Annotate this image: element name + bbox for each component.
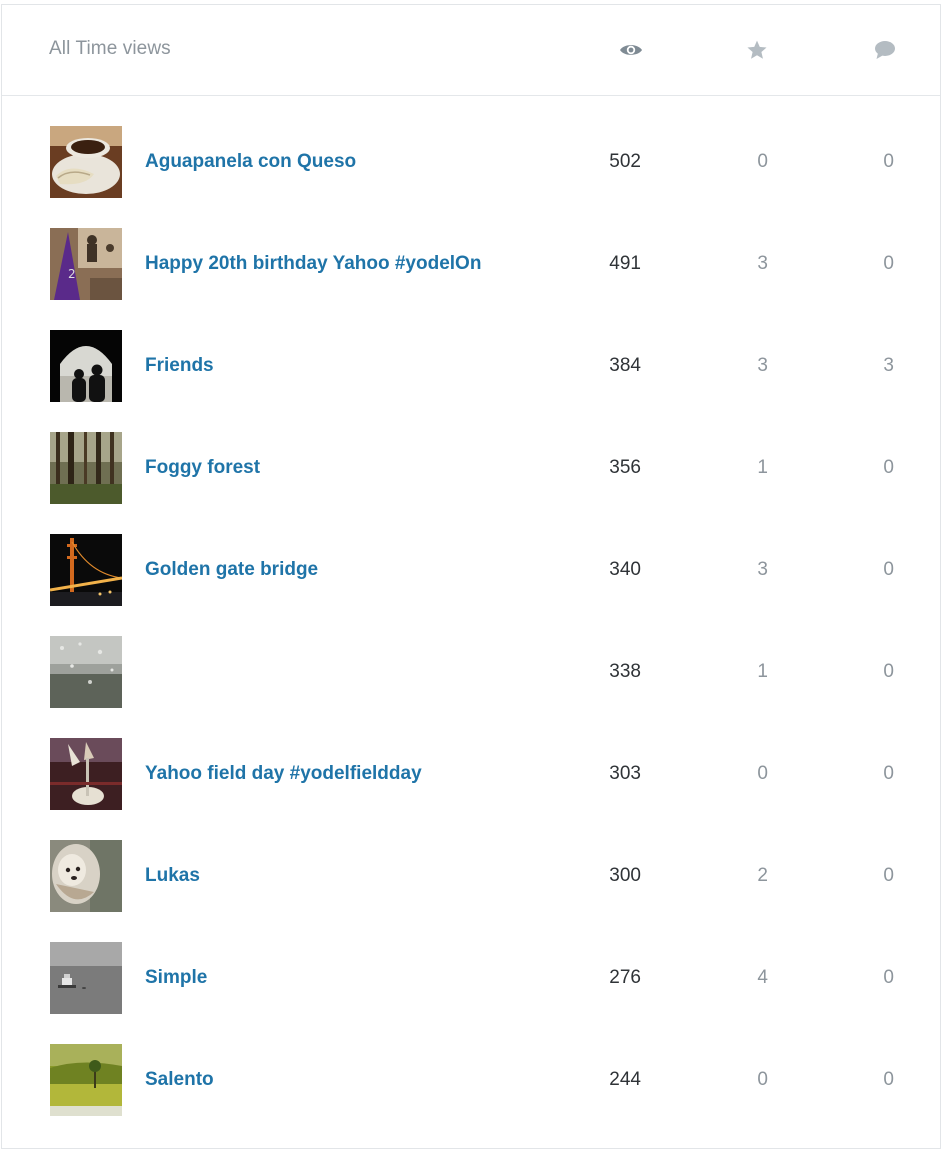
- photo-thumbnail[interactable]: [50, 840, 122, 912]
- photo-thumbnail[interactable]: [50, 942, 122, 1014]
- photo-thumbnail[interactable]: [50, 636, 122, 708]
- photo-title-link[interactable]: Lukas: [145, 864, 200, 888]
- faves-count: 3: [757, 355, 768, 376]
- faves-count: 1: [757, 457, 768, 478]
- views-count: 276: [609, 967, 641, 988]
- photo-thumbnail[interactable]: [50, 534, 122, 606]
- comments-count: 0: [883, 457, 894, 478]
- photo-title-link[interactable]: Aguapanela con Queso: [145, 150, 356, 174]
- comments-count: 0: [883, 151, 894, 172]
- list-item: Foggy forest 356 1 0: [2, 402, 940, 504]
- list-item: Aguapanela con Queso 502 0 0: [2, 96, 940, 198]
- photo-thumbnail[interactable]: [50, 330, 122, 402]
- photo-thumbnail[interactable]: [50, 1044, 122, 1116]
- list-item: Golden gate bridge 340 3 0: [2, 504, 940, 606]
- views-count: 300: [609, 865, 641, 886]
- faves-count: 2: [757, 865, 768, 886]
- views-count: 491: [609, 253, 641, 274]
- list-item: Lukas 300 2 0: [2, 810, 940, 912]
- faves-count: 3: [757, 559, 768, 580]
- comments-count: 0: [883, 865, 894, 886]
- eye-icon: [619, 38, 643, 62]
- faves-count: 3: [757, 253, 768, 274]
- star-icon: [745, 38, 769, 62]
- photo-thumbnail[interactable]: 2: [50, 228, 122, 300]
- faves-count: 0: [757, 1069, 768, 1090]
- faves-count: 0: [757, 763, 768, 784]
- stats-panel: All Time views Aguapanela con Queso 502 …: [1, 4, 941, 1149]
- faves-count: 0: [757, 151, 768, 172]
- list-item: Salento 244 0 0: [2, 1014, 940, 1116]
- svg-text:2: 2: [68, 267, 76, 281]
- photo-title-link[interactable]: Friends: [145, 354, 214, 378]
- photo-title-link[interactable]: Simple: [145, 966, 207, 990]
- views-count: 502: [609, 151, 641, 172]
- comments-count: 0: [883, 763, 894, 784]
- views-count: 338: [609, 661, 641, 682]
- comments-count: 0: [883, 559, 894, 580]
- comments-count: 0: [883, 1069, 894, 1090]
- comments-count: 0: [883, 253, 894, 274]
- list-item: Friends 384 3 3: [2, 300, 940, 402]
- list-item: 2 Happy 20th birthday Yahoo #yodelOn 491…: [2, 198, 940, 300]
- views-count: 244: [609, 1069, 641, 1090]
- photo-title-link[interactable]: Happy 20th birthday Yahoo #yodelOn: [145, 252, 481, 276]
- stats-header: All Time views: [2, 5, 940, 96]
- list-item: 338 1 0: [2, 606, 940, 708]
- photo-thumbnail[interactable]: [50, 432, 122, 504]
- comments-count: 3: [883, 355, 894, 376]
- list-item: Simple 276 4 0: [2, 912, 940, 1014]
- comments-count: 0: [883, 967, 894, 988]
- list-item: Yahoo field day #yodelfieldday 303 0 0: [2, 708, 940, 810]
- comments-count: 0: [883, 661, 894, 682]
- views-count: 356: [609, 457, 641, 478]
- photo-title-link[interactable]: Foggy forest: [145, 456, 260, 480]
- views-count: 384: [609, 355, 641, 376]
- photo-title-link[interactable]: Yahoo field day #yodelfieldday: [145, 762, 422, 786]
- faves-count: 4: [757, 967, 768, 988]
- photo-thumbnail[interactable]: [50, 738, 122, 810]
- views-count: 303: [609, 763, 641, 784]
- views-count: 340: [609, 559, 641, 580]
- faves-count: 1: [757, 661, 768, 682]
- header-title: All Time views: [49, 38, 171, 59]
- comment-icon: [873, 38, 897, 62]
- photo-title-link[interactable]: Golden gate bridge: [145, 558, 318, 582]
- photo-thumbnail[interactable]: [50, 126, 122, 198]
- photo-title-link[interactable]: Salento: [145, 1068, 214, 1092]
